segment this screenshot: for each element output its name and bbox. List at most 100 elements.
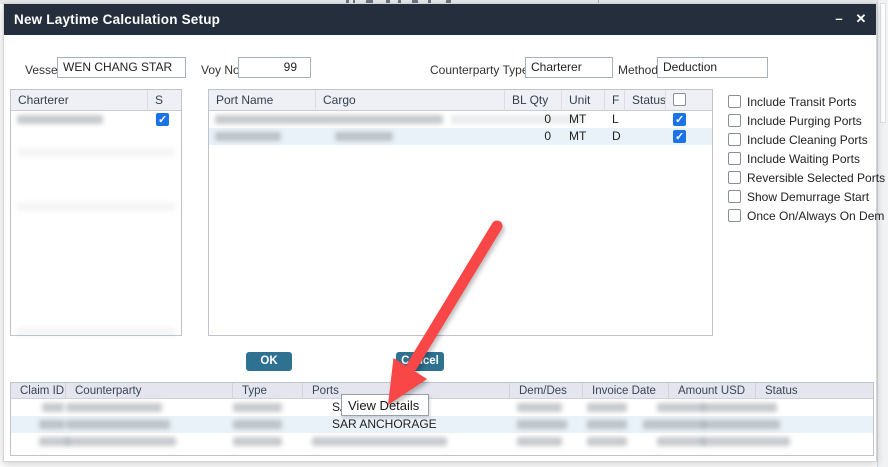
checkbox-icon[interactable]	[728, 152, 741, 165]
ports-grid-header: Port Name Cargo BL Qty Unit F Status	[209, 90, 712, 111]
redacted-text	[233, 420, 282, 429]
screen: New Laytime Calculation Setup – ✕ Vessel…	[0, 0, 888, 467]
charterer-select-checkbox[interactable]	[156, 113, 169, 126]
col-bl-qty: BL Qty	[505, 90, 562, 111]
redacted-text	[66, 403, 162, 412]
dialog-titlebar: New Laytime Calculation Setup – ✕	[4, 4, 876, 35]
redacted-text	[335, 132, 393, 141]
method-input[interactable]: Deduction	[657, 57, 768, 78]
port-select-checkbox[interactable]	[673, 130, 686, 143]
redacted-text	[702, 437, 790, 446]
checkbox-icon[interactable]	[728, 171, 741, 184]
option-label: Include Purging Ports	[747, 114, 862, 128]
checkbox-icon[interactable]	[728, 95, 741, 108]
checkbox-icon[interactable]	[728, 114, 741, 127]
col-selected: S	[148, 90, 181, 111]
vessel-input[interactable]: WEN CHANG STAR	[57, 57, 186, 78]
bl-qty-value: 0	[505, 128, 551, 145]
bl-qty-value: 0	[505, 111, 551, 128]
redacted-text	[66, 420, 170, 429]
redacted-text	[215, 132, 281, 141]
redacted-text	[517, 403, 562, 412]
voy-no-label: Voy No.	[201, 63, 243, 77]
col-cargo: Cargo	[316, 90, 505, 111]
ok-button[interactable]: OK	[246, 352, 292, 371]
counterparty-type-label: Counterparty Type	[430, 63, 529, 77]
redacted-text	[657, 437, 705, 446]
col-counterparty: Counterparty	[66, 383, 233, 399]
page-scrollbar[interactable]	[877, 0, 888, 467]
charterer-grid-header: Charterer S	[11, 90, 181, 111]
redacted-text	[312, 437, 447, 446]
select-all-checkbox[interactable]	[673, 93, 686, 106]
redacted-text	[643, 420, 705, 429]
redacted-text	[66, 437, 176, 446]
checkbox-icon[interactable]	[728, 133, 741, 146]
col-status: Status	[756, 383, 874, 399]
redacted-text	[657, 403, 705, 412]
redacted-text	[39, 437, 69, 446]
option-label: Show Demurrage Start	[747, 190, 869, 204]
cancel-button[interactable]: Cancel	[396, 352, 444, 371]
port-row[interactable]: 0 MT L	[209, 111, 712, 128]
col-charterer: Charterer	[11, 90, 148, 111]
col-status: Status	[625, 90, 666, 111]
unit-value: MT	[569, 111, 586, 128]
charterer-row[interactable]	[11, 111, 181, 128]
vessel-label: Vessel	[25, 63, 60, 77]
voy-no-input[interactable]: 99	[238, 57, 311, 78]
option-label: Include Waiting Ports	[747, 152, 860, 166]
method-label: Method	[618, 63, 658, 77]
col-amount-usd: Amount USD	[669, 383, 756, 399]
redacted-text	[215, 115, 443, 124]
redacted-text	[587, 403, 627, 412]
checkbox-icon[interactable]	[728, 190, 741, 203]
redacted-text	[17, 115, 103, 124]
options-panel: Include Transit Ports Include Purging Po…	[728, 94, 878, 244]
claim-row[interactable]	[11, 433, 873, 450]
port-select-checkbox[interactable]	[673, 113, 686, 126]
redacted-text	[17, 202, 175, 211]
redacted-text	[702, 403, 777, 412]
redacted-text	[17, 148, 175, 157]
f-value: L	[612, 111, 619, 128]
redacted-text	[39, 420, 65, 429]
checkbox-icon[interactable]	[728, 209, 741, 222]
col-f: F	[605, 90, 625, 111]
redacted-text	[587, 420, 627, 429]
col-unit: Unit	[562, 90, 605, 111]
close-icon[interactable]: ✕	[853, 10, 869, 28]
redacted-text	[233, 437, 282, 446]
redacted-text	[42, 403, 64, 412]
redacted-text	[517, 437, 562, 446]
ports-value: SAR ANCHORAGE	[332, 416, 437, 433]
redacted-text	[17, 327, 175, 336]
dialog-title: New Laytime Calculation Setup	[14, 12, 220, 27]
unit-value: MT	[569, 128, 586, 145]
col-dem-des: Dem/Des	[510, 383, 583, 399]
col-port-name: Port Name	[209, 90, 316, 111]
redacted-text	[702, 420, 780, 429]
minimize-icon[interactable]: –	[831, 10, 847, 28]
option-label: Once On/Always On Dem	[747, 209, 884, 223]
claims-table: Claim ID Counterparty Type Ports Dem/Des…	[10, 382, 874, 456]
redacted-text	[517, 420, 567, 429]
option-label: Reversible Selected Ports	[747, 171, 885, 185]
col-claim-id: Claim ID	[11, 383, 66, 399]
col-invoice-date: Invoice Date	[583, 383, 669, 399]
claim-row[interactable]: SAR ANCHORAGE	[11, 416, 873, 433]
port-row[interactable]: 0 MT D	[209, 128, 712, 145]
ports-grid: Port Name Cargo BL Qty Unit F Status 0 M…	[208, 89, 713, 336]
page-scrollbar-thumb[interactable]	[880, 3, 886, 123]
option-label: Include Transit Ports	[747, 95, 856, 109]
counterparty-type-input[interactable]: Charterer	[525, 57, 613, 78]
option-label: Include Cleaning Ports	[747, 133, 868, 147]
view-details-menu-item[interactable]: View Details	[341, 394, 429, 416]
col-type: Type	[233, 383, 303, 399]
claim-row[interactable]: SA	[11, 399, 873, 416]
laytime-setup-dialog: New Laytime Calculation Setup – ✕ Vessel…	[3, 3, 877, 462]
charterer-grid: Charterer S	[10, 89, 182, 336]
f-value: D	[612, 128, 621, 145]
claims-table-header: Claim ID Counterparty Type Ports Dem/Des…	[11, 383, 873, 399]
redacted-text	[233, 403, 282, 412]
